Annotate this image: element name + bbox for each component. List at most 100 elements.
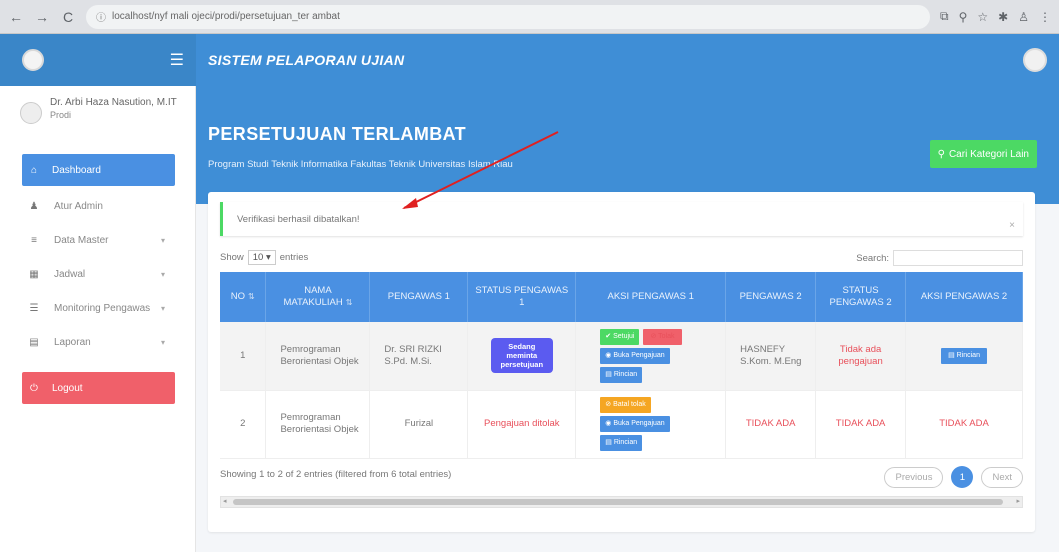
sidebar-item-label: Data Master	[54, 234, 109, 246]
scroll-right-icon[interactable]: ▸	[1016, 497, 1020, 505]
user-name: Dr. Arbi Haza Nasution, M.IT	[50, 97, 177, 108]
persetujuan-table: NO ⇅ NAMA MATAKULIAH ⇅ PENGAWAS 1 STATUS P…	[220, 272, 1023, 459]
sidebar-item-label: Laporan	[54, 336, 91, 348]
setujui-label: Setujui	[613, 332, 635, 340]
batal-tolak-button[interactable]: ⊘ Batal tolak	[600, 397, 651, 413]
sidebar-item-data-master[interactable]: ≡ Data Master ▾	[0, 224, 195, 256]
search-icon: ⚲	[937, 148, 945, 160]
report-icon: ▤	[29, 336, 39, 348]
logo	[22, 49, 44, 71]
column-header[interactable]: NO ⇅	[220, 272, 267, 322]
sidebar-item-atur-admin[interactable]: ♟ Atur Admin	[0, 190, 195, 222]
page-header: PERSETUJUAN TERLAMBAT Program Studi Tekn…	[196, 86, 1059, 204]
browser-toolbar: ← → C ⓘ localhost/nyf mali ojeci/prodi/p…	[0, 0, 1059, 34]
brand-area: ☰	[0, 34, 196, 86]
profile-icon[interactable]: ♙	[1018, 10, 1029, 24]
sort-icon[interactable]: ⇅	[346, 298, 353, 307]
zoom-icon[interactable]: ⚲	[959, 10, 968, 24]
rincian-button[interactable]: ▤ Rincian	[600, 366, 643, 383]
chevron-down-icon: ▾	[160, 269, 165, 279]
user-avatar[interactable]	[1023, 48, 1047, 72]
sort-icon[interactable]: ⇅	[248, 292, 255, 301]
sidebar-item-jadwal[interactable]: ▦ Jadwal ▾	[0, 258, 195, 290]
app-header: ☰ SISTEM PELAPORAN UJIAN	[0, 34, 1059, 86]
cell-no: 1	[220, 322, 267, 391]
scroll-left-icon[interactable]: ◂	[223, 497, 227, 505]
horizontal-scrollbar[interactable]: ◂ ▸	[220, 496, 1023, 508]
success-alert: Verifikasi berhasil dibatalkan! ×	[220, 202, 1023, 236]
home-icon: ⌂	[30, 164, 38, 176]
search-input[interactable]	[893, 250, 1023, 266]
reload-icon[interactable]: C	[60, 9, 76, 25]
cell-matakuliah: Pemrograman Berorientasi Objek	[265, 390, 371, 459]
sidebar-item-dashboard[interactable]: ⌂ Dashboard	[22, 154, 175, 186]
buka-pengajuan-button[interactable]: ◉ Buka Pengajuan	[600, 416, 670, 432]
table-card: Verifikasi berhasil dibatalkan! × Show 1…	[208, 192, 1035, 532]
back-icon[interactable]: ←	[8, 9, 24, 25]
forward-icon[interactable]: →	[34, 9, 50, 25]
table-row: 2 Pemrograman Berorientasi Objek Furizal…	[220, 390, 1023, 459]
list-icon: ☰	[29, 302, 39, 314]
sidebar-item-label: Jadwal	[54, 268, 86, 280]
column-header: AKSI PENGAWAS 2	[905, 272, 1023, 322]
status-badge: Sedang meminta persetujuan	[490, 338, 553, 374]
page-title: PERSETUJUAN TERLAMBAT	[208, 124, 467, 144]
hamburger-icon[interactable]: ☰	[170, 50, 184, 70]
rincian-button[interactable]: ▤ Rincian	[941, 347, 987, 364]
rincian-label: Rincian	[613, 370, 638, 378]
close-icon[interactable]: ×	[1009, 220, 1015, 231]
page-1-button[interactable]: 1	[951, 466, 974, 488]
cari-kategori-button[interactable]: ⚲ Cari Kategori Lain	[929, 140, 1037, 168]
cell-pengawas1: Furizal	[369, 390, 469, 459]
calendar-icon: ▦	[29, 268, 39, 280]
tolak-label: Tolak	[658, 332, 675, 340]
menu-dots-icon[interactable]: ⋮	[1039, 10, 1051, 24]
cell-status1: Sedang meminta persetujuan	[467, 322, 577, 391]
translate-icon[interactable]: ⧉	[940, 9, 949, 24]
logout-button[interactable]: ⏻ Logout	[22, 372, 175, 404]
logout-label: Logout	[52, 382, 83, 394]
user-icon: ♟	[29, 200, 39, 212]
sidebar-item-monitoring-pengawas[interactable]: ☰ Monitoring Pengawas ▾	[0, 292, 195, 324]
search-label: Search:	[856, 252, 889, 264]
info-icon: ⓘ	[96, 13, 106, 24]
previous-button[interactable]: Previous	[884, 466, 944, 488]
column-header: PENGAWAS 1	[369, 272, 469, 322]
tolak-button[interactable]: ⊘ Tolak	[643, 328, 682, 345]
show-label: Show	[220, 252, 244, 263]
star-icon[interactable]: ☆	[977, 10, 988, 24]
entries-control: Show 10 ▾ entries	[220, 250, 308, 265]
column-header: AKSI PENGAWAS 1	[575, 272, 727, 322]
column-header[interactable]: NAMA MATAKULIAH ⇅	[265, 272, 371, 322]
sidebar-item-laporan[interactable]: ▤ Laporan ▾	[0, 326, 195, 358]
cell-aksi1: ✔ Setujui ⊘ Tolak ◉ Buka Pengajuan ▤ Rin…	[575, 322, 727, 391]
cell-pengawas2: HASNEFY S.Kom. M.Eng	[725, 322, 817, 391]
rincian-button[interactable]: ▤ Rincian	[600, 435, 643, 451]
column-header: STATUS PENGAWAS 1	[467, 272, 577, 322]
cell-aksi1: ⊘ Batal tolak ◉ Buka Pengajuan ▤ Rincian	[575, 390, 727, 459]
column-header-label: NO	[230, 291, 245, 302]
buka-pengajuan-label: Buka Pengajuan	[613, 351, 665, 359]
buka-pengajuan-button[interactable]: ◉ Buka Pengajuan	[600, 347, 670, 364]
alert-text: Verifikasi berhasil dibatalkan!	[237, 213, 360, 225]
chevron-down-icon: ▾	[160, 235, 165, 245]
address-bar[interactable]: ⓘ localhost/nyf mali ojeci/prodi/persetu…	[86, 4, 931, 29]
entries-value: 10	[252, 252, 264, 263]
cell-aksi2: ▤ Rincian	[905, 322, 1023, 391]
column-header-label: NAMA MATAKULIAH	[283, 285, 343, 308]
page-subtitle: Program Studi Teknik Informatika Fakulta…	[208, 159, 513, 170]
next-button[interactable]: Next	[981, 466, 1023, 488]
table-header-row: NO ⇅ NAMA MATAKULIAH ⇅ PENGAWAS 1 STATUS P…	[220, 272, 1023, 322]
app-title: SISTEM PELAPORAN UJIAN	[208, 52, 405, 68]
scrollbar-thumb[interactable]	[233, 499, 1003, 505]
cell-pengawas1: Dr. SRI RIZKI S.Pd. M.Si.	[369, 322, 469, 391]
setujui-button[interactable]: ✔ Setujui	[600, 328, 640, 345]
cell-aksi2: TIDAK ADA	[905, 390, 1023, 459]
chevron-down-icon: ▾	[160, 303, 165, 313]
extensions-icon[interactable]: ✱	[998, 10, 1008, 24]
main-content: PERSETUJUAN TERLAMBAT Program Studi Tekn…	[196, 86, 1059, 552]
buka-pengajuan-label: Buka Pengajuan	[613, 420, 665, 427]
entries-select[interactable]: 10 ▾	[247, 250, 276, 265]
user-profile: Dr. Arbi Haza Nasution, M.IT Prodi	[0, 96, 195, 146]
search-control: Search:	[856, 250, 1023, 266]
